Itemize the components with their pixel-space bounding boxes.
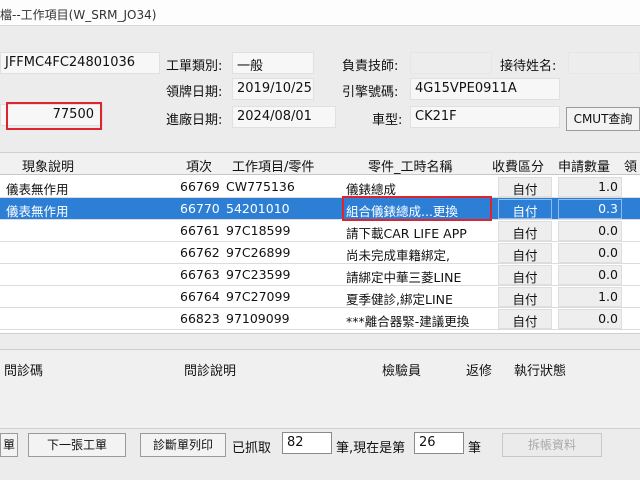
plate-date-field[interactable]: 2019/10/25 — [232, 78, 314, 100]
col-extra[interactable]: 領 — [624, 156, 637, 175]
cell-charge: 自付 — [498, 177, 552, 197]
cell-charge: 自付 — [498, 309, 552, 329]
col-charge[interactable]: 收費區分 — [492, 156, 544, 175]
cell-part-no: 54201010 — [226, 201, 290, 216]
cell-item-no: 66769 — [180, 179, 220, 194]
model-label: 車型: — [372, 113, 403, 128]
cell-charge: 自付 — [498, 243, 552, 263]
fetched-count-field[interactable]: 82 — [282, 432, 332, 454]
cell-qty: 0.3 — [558, 199, 622, 219]
cell-part-no: 97C27099 — [226, 289, 291, 304]
table-row[interactable]: 66823 97109099 ***離合器緊-建議更換 自付 0.0 — [0, 308, 640, 330]
table-row[interactable]: 66763 97C23599 請綁定中華三菱LINE 自付 0.0 — [0, 264, 640, 286]
current-index-field[interactable]: 26 — [414, 432, 464, 454]
work-items-grid: 現象說明 項次 工作項目/零件 零件_工時名稱 收費區分 申請數量 領 儀表無作… — [0, 152, 640, 334]
engine-no-field[interactable]: 4G15VPE0911A — [410, 78, 560, 100]
table-row[interactable]: 儀表無作用 66769 CW775136 儀錶總成 自付 1.0 — [0, 176, 640, 198]
engine-no-label: 引擎號碼: — [342, 85, 399, 100]
cell-charge: 自付 — [498, 265, 552, 285]
col-diagnosis-code: 問診碼 — [4, 364, 44, 379]
table-row[interactable]: 66762 97C26899 尚未完成車籍綁定, 自付 0.0 — [0, 242, 640, 264]
model-field[interactable]: CK21F — [410, 106, 560, 128]
cell-qty: 0.0 — [558, 243, 622, 263]
plate-date-label: 領牌日期: — [166, 85, 223, 100]
cell-symptom: 儀表無作用 — [6, 204, 69, 219]
receptionist-field[interactable] — [568, 52, 640, 74]
col-part-no[interactable]: 工作項目/零件 — [232, 156, 314, 175]
cell-item-no: 66770 — [180, 201, 220, 216]
cell-part-no: 97109099 — [226, 311, 290, 326]
col-symptom[interactable]: 現象說明 — [22, 156, 74, 175]
cell-name: ***離合器緊-建議更換 — [346, 314, 470, 329]
table-row-selected[interactable]: 儀表無作用 66770 54201010 組合儀錶總成...更換 自付 0.3 — [0, 198, 640, 220]
cell-name: 儀錶總成 — [346, 182, 397, 197]
table-row[interactable]: 66761 97C18599 請下載CAR LIFE APP 自付 0.0 — [0, 220, 640, 242]
cell-item-no: 66763 — [180, 267, 220, 282]
cell-charge: 自付 — [498, 221, 552, 241]
cell-name: 請下載CAR LIFE APP — [346, 226, 467, 241]
split-account-button[interactable]: 拆帳資料 — [502, 433, 602, 457]
col-diagnosis-desc: 問診說明 — [184, 364, 237, 379]
cell-name: 夏季健診,綁定LINE — [346, 292, 453, 307]
cell-item-no: 66761 — [180, 223, 220, 238]
cmut-query-button[interactable]: CMUT查詢 — [566, 107, 640, 131]
cell-part-no: 97C18599 — [226, 223, 291, 238]
col-qty[interactable]: 申請數量 — [558, 156, 610, 175]
print-diagnosis-button[interactable]: 診斷單列印 — [140, 433, 226, 457]
suffix-label: 筆 — [468, 441, 482, 456]
cell-name: 組合儀錶總成...更換 — [346, 204, 458, 219]
cell-part-no: 97C26899 — [226, 245, 291, 260]
col-inspector: 檢驗員 — [382, 364, 422, 379]
mileage-field[interactable]: 77500 — [0, 104, 103, 126]
cell-charge: 自付 — [498, 287, 552, 307]
entry-date-label: 進廠日期: — [166, 113, 223, 128]
prev-order-button[interactable]: 單 — [0, 433, 18, 457]
cell-item-no: 66762 — [180, 245, 220, 260]
table-row[interactable]: 66764 97C27099 夏季健診,綁定LINE 自付 1.0 — [0, 286, 640, 308]
cell-part-no: CW775136 — [226, 179, 295, 194]
window-titlebar: 檔--工作項目(W_SRM_JO34) — [0, 0, 640, 26]
cell-name: 請綁定中華三菱LINE — [346, 270, 462, 285]
cell-name: 尚未完成車籍綁定, — [346, 248, 450, 263]
diagnosis-list[interactable]: 問診碼 問診說明 檢驗員 返修 執行狀態 — [0, 349, 640, 429]
work-type-label: 工單類別: — [166, 59, 223, 74]
cell-part-no: 97C23599 — [226, 267, 291, 282]
fetched-label: 已抓取 — [232, 441, 272, 456]
col-name[interactable]: 零件_工時名稱 — [368, 156, 453, 175]
col-status: 執行狀態 — [514, 364, 567, 379]
cell-qty: 0.0 — [558, 309, 622, 329]
cell-symptom: 儀表無作用 — [6, 182, 69, 197]
cell-charge: 自付 — [498, 199, 552, 219]
entry-date-field[interactable]: 2024/08/01 — [232, 106, 336, 128]
col-rework: 返修 — [466, 364, 493, 379]
code-field[interactable]: JFFMC4FC24801036 — [0, 52, 160, 74]
cell-item-no: 66823 — [180, 311, 220, 326]
window-title: 檔--工作項目(W_SRM_JO34) — [0, 8, 157, 22]
receptionist-label: 接待姓名: — [500, 59, 557, 74]
technician-label: 負責技師: — [342, 59, 399, 74]
work-type-field[interactable]: 一般 — [232, 52, 314, 74]
next-order-button[interactable]: 下一張工單 — [28, 433, 126, 457]
cell-item-no: 66764 — [180, 289, 220, 304]
cell-qty: 1.0 — [558, 287, 622, 307]
grid-header: 現象說明 項次 工作項目/零件 零件_工時名稱 收費區分 申請數量 領 — [0, 153, 640, 175]
cell-qty: 0.0 — [558, 221, 622, 241]
current-label: 筆,現在是第 — [336, 441, 406, 456]
col-item-no[interactable]: 項次 — [186, 156, 212, 175]
technician-field[interactable] — [410, 52, 492, 74]
cell-qty: 1.0 — [558, 177, 622, 197]
cell-qty: 0.0 — [558, 265, 622, 285]
